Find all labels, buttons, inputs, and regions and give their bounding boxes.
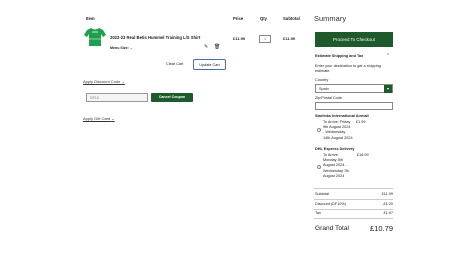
discount-label: Discount (DF10%) [315, 202, 347, 206]
chevron-down-icon: ⌄ [121, 79, 125, 84]
cart-header: Item Price Qty Subtotal [82, 14, 308, 24]
quantity-input[interactable]: 1 [259, 35, 271, 43]
shipping-radio-dhl[interactable] [317, 165, 321, 169]
chevron-up-icon[interactable]: ⌃ [386, 53, 390, 59]
discount-link-label: Apply Discount Code [83, 79, 121, 84]
shipping-carrier-dhl: DHL Express Delivery [315, 147, 355, 151]
country-select[interactable]: Spain ▾ [315, 84, 393, 93]
shipping-estimate-starlinks: To Arrive: Friday 9th August 2024 - Wedn… [323, 120, 353, 141]
cart-item-row: 2022-23 Real Betis Hummel Training L/S S… [82, 24, 308, 54]
edit-icon[interactable]: ✎ [204, 44, 208, 50]
chevron-down-icon: ▾ [384, 85, 392, 93]
item-subtotal: £11.99 [283, 36, 296, 41]
shipping-price-starlinks: £1.99 [356, 120, 366, 124]
update-cart-button[interactable]: Update Cart [193, 59, 226, 70]
grand-total-value: £10.79 [370, 224, 393, 233]
cancel-coupon-button[interactable]: Cancel Coupon [151, 93, 193, 102]
proceed-to-checkout-button[interactable]: Proceed To Checkout [315, 32, 393, 47]
header-subtotal: Subtotal [283, 16, 300, 21]
trash-icon[interactable]: 🗑 [214, 44, 220, 50]
chevron-down-icon: ⌄ [129, 46, 133, 50]
option-label: Menu Size: [110, 46, 129, 50]
tax-value: £1.97 [383, 211, 393, 215]
subtotal-label: Subtotal [315, 192, 329, 196]
totals-divider [314, 188, 393, 189]
clear-cart-button[interactable]: Clear Cart [166, 62, 183, 66]
subtotal-value: £11.99 [381, 192, 393, 196]
product-name[interactable]: 2022-23 Real Betis Hummel Training L/S S… [110, 35, 200, 40]
green-shirt-icon[interactable] [83, 25, 107, 49]
zip-input[interactable] [315, 102, 393, 110]
item-options-toggle[interactable]: Menu Size: ⌄ [110, 46, 133, 50]
shipping-line: 14th August 2024 [323, 135, 353, 140]
estimate-description: Enter your destination to get a shipping… [315, 64, 381, 73]
coupon-code-input[interactable]: DF10 [86, 93, 148, 102]
totals-divider [314, 199, 393, 200]
totals-divider [314, 209, 393, 210]
apply-gift-card-toggle[interactable]: Apply Gift Card ⌄ [83, 116, 115, 121]
header-price: Price [233, 16, 244, 21]
estimate-shipping-toggle[interactable]: Estimate Shipping and Tax [315, 54, 363, 58]
summary-title: Summary [314, 14, 347, 23]
chevron-down-icon: ⌄ [111, 116, 115, 121]
cart-table: Item Price Qty Subtotal 2022-23 Real Bet… [82, 14, 308, 54]
grand-total-label: Grand Total [315, 225, 349, 232]
shipping-price-dhl: £16.99 [357, 153, 369, 157]
country-label: Country [315, 78, 329, 82]
gift-link-label: Apply Gift Card [83, 116, 111, 121]
country-value: Spain [319, 87, 329, 91]
tax-label: Tax [315, 211, 321, 215]
totals-divider [314, 218, 393, 219]
header-item: Item [86, 16, 95, 21]
zip-label: Zip/Postal Code [315, 96, 343, 100]
header-qty: Qty [260, 16, 267, 21]
shipping-line: August 2024 [323, 173, 345, 178]
shipping-carrier-starlinks: Starlinks International Airmail [315, 114, 369, 118]
shipping-line: August 2024 - [323, 163, 347, 168]
shipping-radio-starlinks[interactable] [317, 128, 321, 132]
item-price: £11.99 [233, 36, 246, 41]
apply-discount-toggle[interactable]: Apply Discount Code ⌄ [83, 79, 125, 84]
shipping-estimate-dhl: To Arrive: Monday 5th August 2024 - Wedn… [323, 153, 349, 179]
discount-value: -£1.20 [382, 202, 393, 206]
